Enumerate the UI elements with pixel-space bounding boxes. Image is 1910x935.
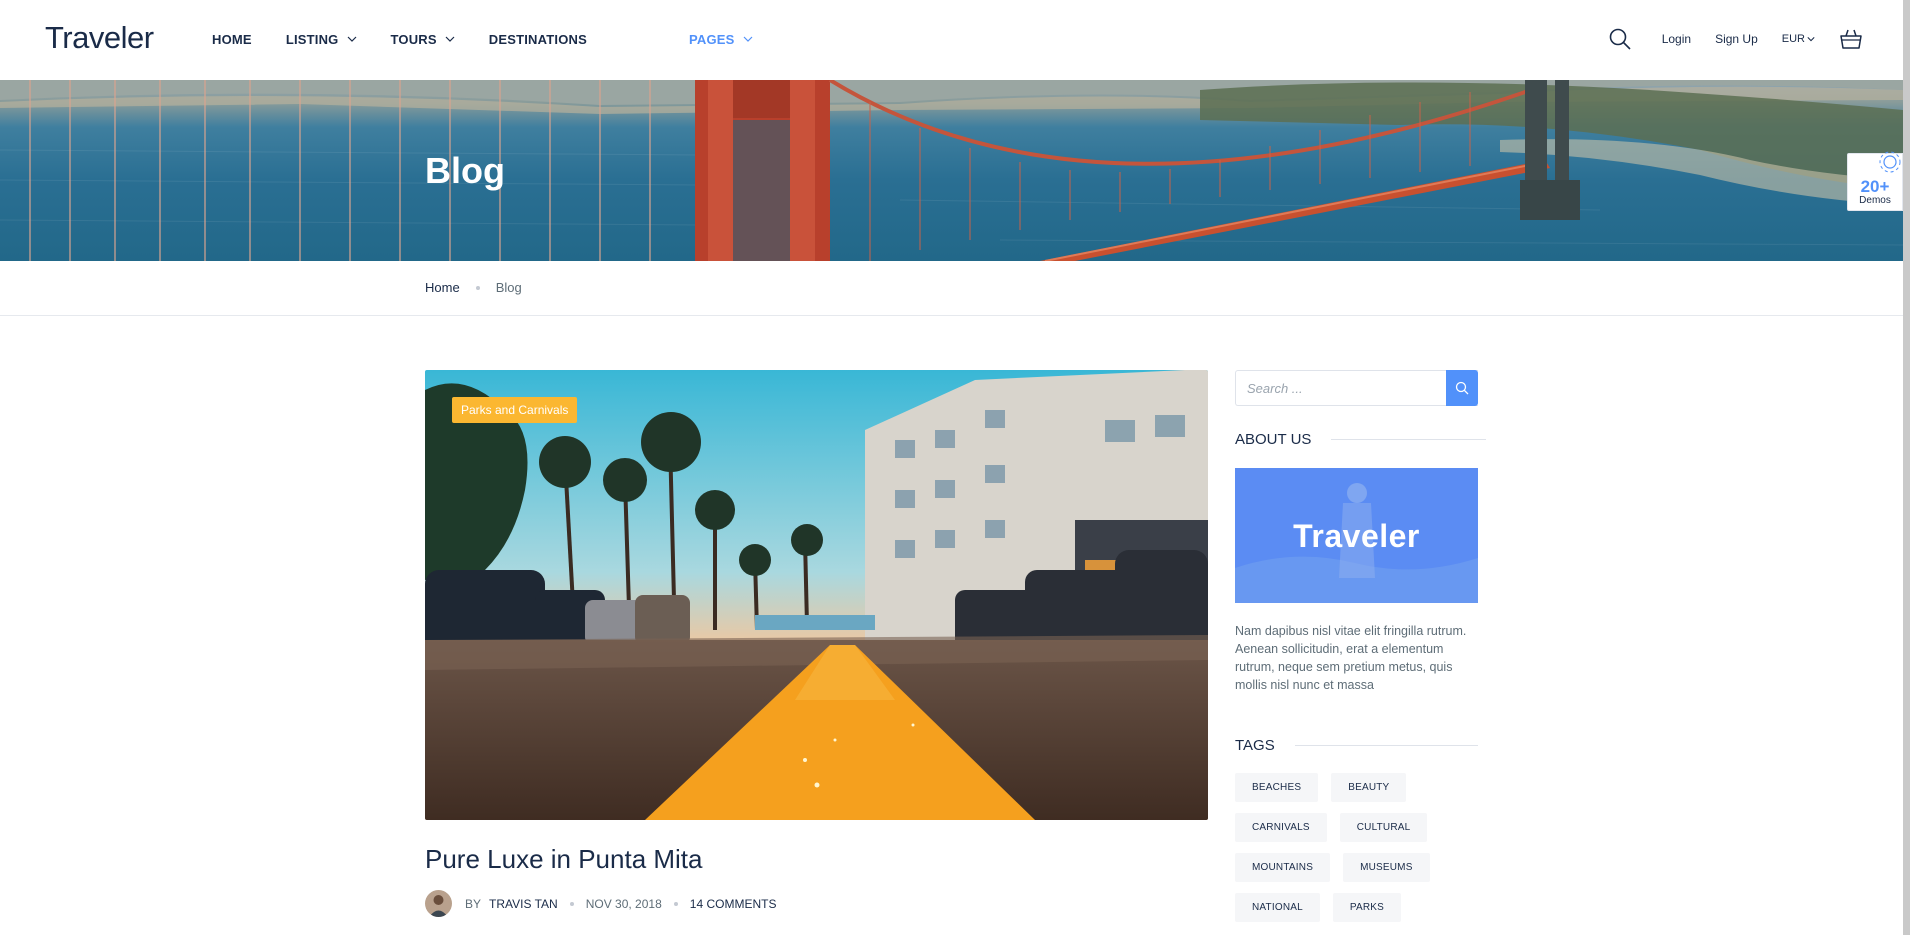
- title-divider: [1294, 745, 1478, 746]
- page-title: Blog: [425, 150, 505, 191]
- post-title[interactable]: Pure Luxe in Punta Mita: [425, 844, 703, 875]
- tag-cloud: BEACHES BEAUTY CARNIVALS CULTURAL MOUNTA…: [1235, 773, 1485, 933]
- breadcrumb-separator: [475, 285, 480, 290]
- basket-icon: [1840, 29, 1862, 49]
- signup-link[interactable]: Sign Up: [1715, 32, 1758, 46]
- demos-button[interactable]: 20+ Demos: [1847, 151, 1903, 211]
- tag-national[interactable]: NATIONAL: [1235, 893, 1320, 922]
- meta-by: BY: [465, 896, 482, 911]
- breadcrumb-current: Blog: [495, 280, 522, 295]
- search-submit-button[interactable]: [1446, 370, 1478, 406]
- tag-beauty[interactable]: BEAUTY: [1331, 773, 1407, 802]
- about-title: ABOUT US: [1235, 431, 1312, 448]
- tag-carnivals[interactable]: CARNIVALS: [1235, 813, 1327, 842]
- gear-icon: [1879, 151, 1901, 173]
- breadcrumb-home-link[interactable]: Home: [425, 280, 460, 295]
- search-icon: [1609, 28, 1631, 50]
- nav-tours-label: TOURS: [390, 31, 437, 47]
- nav-home[interactable]: HOME: [212, 32, 252, 47]
- tag-beaches[interactable]: BEACHES: [1235, 773, 1319, 802]
- meta-separator: [569, 901, 574, 906]
- nav-destinations-label: DESTINATIONS: [488, 31, 587, 47]
- nav-pages[interactable]: PAGES: [689, 32, 753, 47]
- nav-tours[interactable]: TOURS: [391, 32, 455, 47]
- bridge-illustration: [0, 80, 1903, 261]
- meta-separator: [673, 901, 678, 906]
- cart-button[interactable]: [1839, 27, 1863, 51]
- about-text: Nam dapibus nisl vitae elit fringilla ru…: [1235, 624, 1467, 692]
- author-avatar[interactable]: [425, 890, 452, 917]
- tags-widget-title: TAGS: [1235, 737, 1478, 754]
- chevron-down-icon: [445, 36, 455, 42]
- site-header: Traveler HOME LISTING TOURS DESTINATIONS…: [0, 0, 1910, 80]
- nav-listing[interactable]: LISTING: [286, 32, 357, 47]
- header-actions: Login Sign Up EUR: [1580, 0, 1863, 78]
- demos-count: 20+: [1860, 177, 1890, 196]
- search-icon: [1455, 381, 1469, 395]
- street-photo: [425, 370, 1208, 820]
- nav-home-label: HOME: [212, 31, 252, 47]
- nav-destinations[interactable]: DESTINATIONS: [489, 32, 587, 47]
- avatar-icon: [425, 890, 452, 917]
- login-link[interactable]: Login: [1662, 32, 1691, 46]
- author-link[interactable]: TRAVIS TAN: [489, 897, 558, 911]
- currency-select[interactable]: EUR: [1782, 33, 1815, 45]
- nav-listing-label: LISTING: [285, 31, 339, 47]
- search-button[interactable]: [1608, 27, 1632, 51]
- tags-title: TAGS: [1235, 737, 1275, 754]
- chevron-down-icon: [743, 36, 752, 42]
- site-logo[interactable]: Traveler: [45, 20, 154, 56]
- post-date: NOV 30, 2018: [585, 896, 662, 911]
- tag-cultural[interactable]: CULTURAL: [1339, 813, 1428, 842]
- about-widget-title: ABOUT US: [1235, 431, 1487, 448]
- nav-pages-label: PAGES: [688, 31, 735, 47]
- scrollbar-track[interactable]: [1903, 0, 1910, 935]
- post-category-badge[interactable]: Parks and Carnivals: [452, 397, 578, 423]
- post-featured-image[interactable]: [425, 370, 1208, 820]
- tag-mountains[interactable]: MOUNTAINS: [1235, 853, 1331, 882]
- post-meta: BY TRAVIS TAN NOV 30, 2018 14 COMMENTS: [425, 890, 776, 917]
- title-divider: [1331, 439, 1487, 440]
- breadcrumb-bar: Home Blog: [0, 261, 1903, 316]
- search-input[interactable]: [1235, 370, 1478, 406]
- currency-label: EUR: [1781, 33, 1805, 45]
- tag-parks[interactable]: PARKS: [1332, 893, 1402, 922]
- main-nav: HOME LISTING TOURS DESTINATIONS PAGES: [212, 0, 787, 78]
- chevron-down-icon: [1807, 37, 1815, 42]
- about-image: Traveler: [1235, 468, 1478, 603]
- chevron-down-icon: [347, 36, 356, 42]
- comments-link[interactable]: 14 COMMENTS: [690, 897, 777, 911]
- about-logo: Traveler: [1293, 518, 1420, 554]
- demos-label: Demos: [1859, 195, 1891, 206]
- scrollbar-thumb[interactable]: [1903, 0, 1910, 935]
- page-banner: Blog: [0, 80, 1903, 261]
- breadcrumb: Home Blog: [425, 280, 522, 295]
- tag-museums[interactable]: MUSEUMS: [1343, 853, 1430, 882]
